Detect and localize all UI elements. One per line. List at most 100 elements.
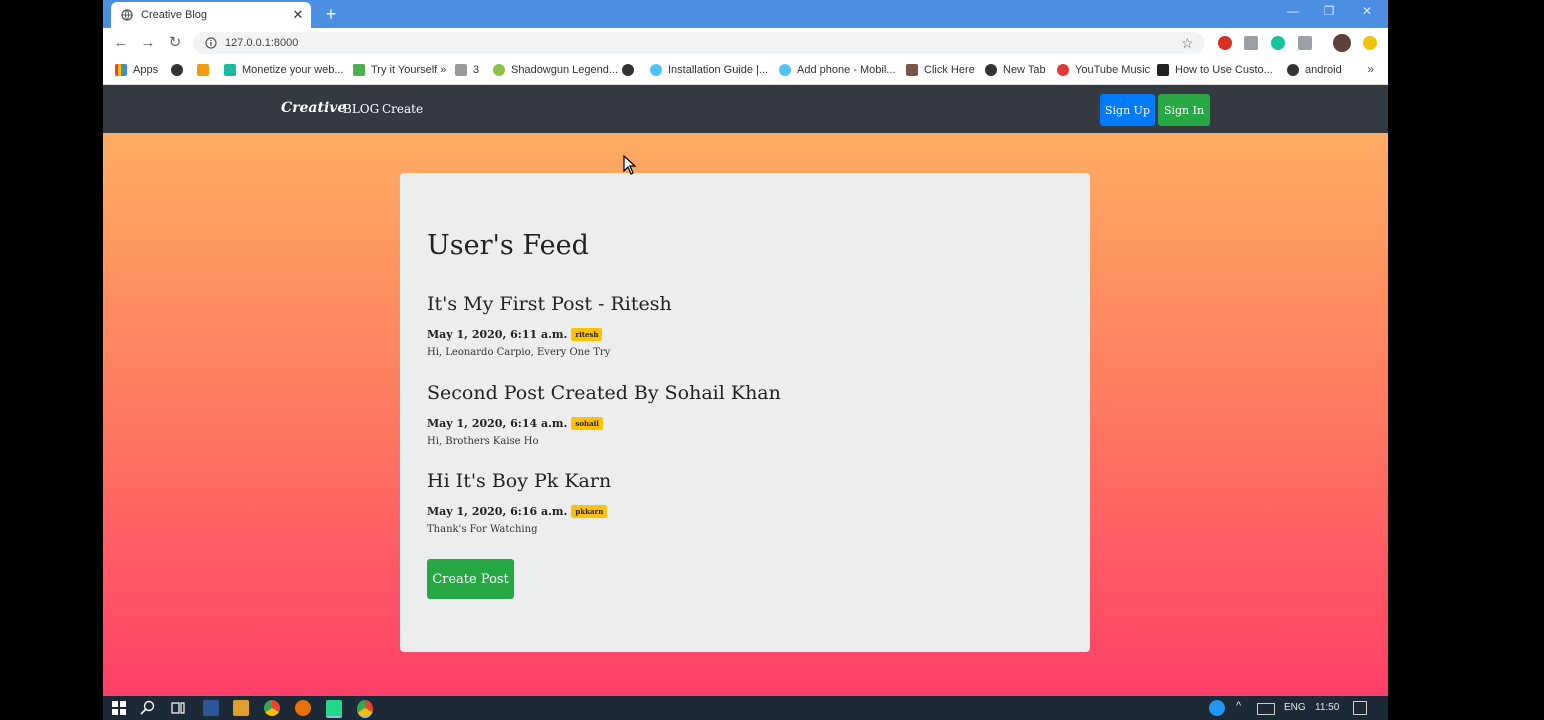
post-item: Second Post Created By Sohail Khan May 1… (427, 382, 1027, 447)
profile-avatar[interactable] (1333, 34, 1351, 52)
page-icon (224, 64, 236, 76)
link-icon (779, 64, 791, 76)
help-icon[interactable] (1209, 700, 1225, 716)
globe-icon (1287, 64, 1299, 76)
tab-title: Creative Blog (141, 9, 208, 21)
c-app-icon[interactable] (295, 700, 311, 716)
globe-icon (985, 64, 997, 76)
update-icon[interactable] (1363, 36, 1377, 50)
android-icon (493, 64, 505, 76)
site-info-icon[interactable] (205, 37, 217, 49)
notifications-icon[interactable] (1353, 701, 1367, 715)
feed-card: User's Feed It's My First Post - Ritesh … (400, 173, 1090, 652)
bookmark-star-icon[interactable]: ☆ (1181, 35, 1195, 52)
link-icon (650, 64, 662, 76)
bookmark-how-to-use[interactable]: How to Use Custo... (1157, 64, 1273, 76)
author-badge: ritesh (571, 328, 603, 341)
bookmark-monetize[interactable]: Monetize your web... (224, 64, 344, 76)
close-window-icon[interactable]: ✕ (1357, 4, 1377, 18)
globe-icon (121, 9, 133, 21)
create-post-button[interactable]: Create Post (427, 559, 514, 599)
k-icon (455, 64, 467, 76)
w3-icon (353, 64, 365, 76)
post-meta: May 1, 2020, 6:11 a.m. ritesh (427, 328, 1027, 341)
forward-icon[interactable]: → (139, 34, 157, 52)
chrome-icon[interactable] (264, 700, 280, 716)
new-tab-icon[interactable]: + (321, 4, 341, 25)
keyboard-icon[interactable] (1257, 703, 1275, 715)
camera-extension-icon[interactable] (1244, 36, 1258, 50)
app-icon[interactable] (203, 700, 219, 716)
windows-start-icon[interactable] (111, 700, 127, 716)
bookmark-globe-2[interactable] (622, 64, 640, 76)
bookmark-globe[interactable] (171, 64, 189, 76)
clock[interactable]: 11:50 (1315, 702, 1339, 713)
bookmarks-overflow-icon[interactable]: » (1367, 62, 1374, 76)
post-title[interactable]: It's My First Post - Ritesh (427, 293, 1027, 315)
author-badge: sohail (571, 417, 603, 430)
url-text: 127.0.0.1:8000 (225, 37, 299, 49)
bookmark-android[interactable]: android (1287, 64, 1342, 76)
pycharm-icon[interactable] (326, 700, 342, 718)
minimize-icon[interactable]: — (1283, 4, 1303, 18)
post-item: Hi It's Boy Pk Karn May 1, 2020, 6:16 a.… (427, 470, 1027, 535)
apps-grid-icon (115, 64, 127, 76)
post-body: Thank's For Watching (427, 524, 538, 535)
bookmarks-bar: Apps Monetize your web... Try it Yoursel… (103, 58, 1388, 85)
browser-window: Creative Blog ✕ + — ❐ ✕ ← → ↻ 127.0.0.1:… (103, 0, 1388, 720)
mouse-cursor-icon (623, 155, 637, 175)
site-brand[interactable]: Creative (281, 100, 346, 116)
chrome-active-icon[interactable] (357, 700, 373, 718)
bookmark-add-phone[interactable]: Add phone - Mobil... (779, 64, 895, 76)
page-background: User's Feed It's My First Post - Ritesh … (103, 133, 1388, 696)
bookmark-click-here[interactable]: Click Here (906, 64, 975, 76)
windows-taskbar: ^ ENG 11:50 (103, 696, 1388, 720)
site-navbar: Creative BLOG Create Sign Up Sign In (103, 85, 1388, 133)
address-bar[interactable]: 127.0.0.1:8000 ☆ (193, 32, 1205, 54)
chevron-up-icon[interactable]: ^ (1236, 700, 1241, 712)
cast-extension-icon[interactable] (1298, 36, 1312, 50)
media-player-icon[interactable] (233, 700, 249, 716)
grammarly-extension-icon[interactable] (1271, 36, 1285, 50)
bookmark-cp[interactable] (197, 64, 215, 76)
post-date: May 1, 2020, 6:11 a.m. (427, 328, 568, 341)
post-meta: May 1, 2020, 6:16 a.m. pkkarn (427, 505, 1027, 518)
bookmark-try-it[interactable]: Try it Yourself » (353, 64, 446, 76)
bookmark-apps[interactable]: Apps (115, 64, 158, 76)
bolt-icon (1157, 64, 1169, 76)
feed-title: User's Feed (427, 230, 589, 261)
post-item: It's My First Post - Ritesh May 1, 2020,… (427, 293, 1027, 358)
adblock-extension-icon[interactable] (1218, 36, 1232, 50)
post-meta: May 1, 2020, 6:14 a.m. sohail (427, 417, 1027, 430)
author-badge: pkkarn (571, 505, 608, 518)
task-view-icon[interactable] (170, 700, 186, 716)
bookmark-installation[interactable]: Installation Guide |... (650, 64, 768, 76)
globe-icon (622, 64, 634, 76)
back-icon[interactable]: ← (112, 34, 130, 52)
close-tab-icon[interactable]: ✕ (291, 7, 305, 23)
ship-icon (906, 64, 918, 76)
post-title[interactable]: Second Post Created By Sohail Khan (427, 382, 1027, 404)
bookmark-3[interactable]: 3 (455, 64, 479, 76)
sign-in-button[interactable]: Sign In (1158, 94, 1210, 126)
bookmark-new-tab[interactable]: New Tab (985, 64, 1046, 76)
youtube-music-icon (1057, 64, 1069, 76)
restore-icon[interactable]: ❐ (1319, 4, 1339, 18)
reload-icon[interactable]: ↻ (166, 34, 184, 52)
language-indicator[interactable]: ENG (1284, 702, 1306, 713)
sign-up-button[interactable]: Sign Up (1100, 94, 1155, 126)
globe-icon (171, 64, 183, 76)
bookmark-youtube-music[interactable]: YouTube Music (1057, 64, 1150, 76)
bookmark-shadowgun[interactable]: Shadowgun Legend... (493, 64, 618, 76)
search-icon[interactable] (140, 700, 156, 716)
nav-link-create[interactable]: Create (382, 102, 423, 116)
browser-toolbar: ← → ↻ 127.0.0.1:8000 ☆ (103, 28, 1388, 58)
cp-icon (197, 64, 209, 76)
browser-tab[interactable]: Creative Blog ✕ (111, 2, 311, 28)
post-date: May 1, 2020, 6:14 a.m. (427, 417, 568, 430)
tab-strip: Creative Blog ✕ + — ❐ ✕ (103, 0, 1388, 28)
post-title[interactable]: Hi It's Boy Pk Karn (427, 470, 1027, 492)
nav-link-blog[interactable]: BLOG (343, 102, 379, 116)
post-date: May 1, 2020, 6:16 a.m. (427, 505, 568, 518)
post-body: Hi, Brothers Kaise Ho (427, 436, 539, 447)
